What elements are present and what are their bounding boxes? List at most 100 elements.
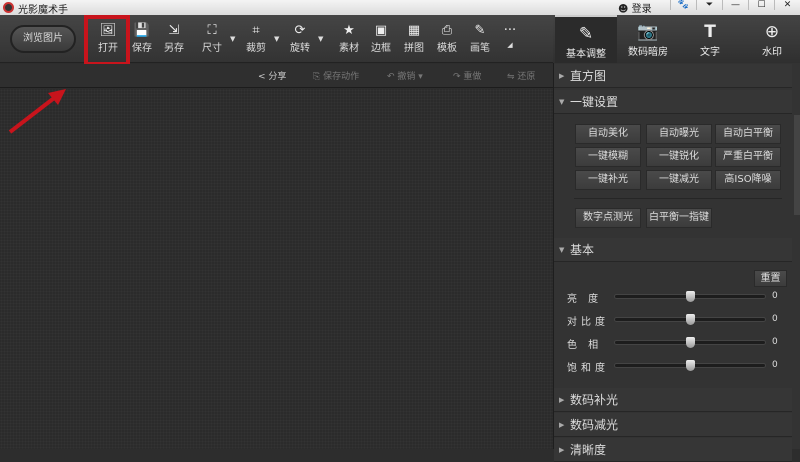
slider-label: 饱和度 xyxy=(567,363,609,374)
auto-beautify-button[interactable]: 自动美化 xyxy=(575,124,641,144)
fill-light-button[interactable]: 一键补光 xyxy=(575,170,641,190)
brush-button[interactable]: ✎ 画笔 xyxy=(465,23,495,54)
expand-arrow-icon: ▶ xyxy=(559,446,565,454)
section-basic[interactable]: ▼ 基本 xyxy=(554,238,792,262)
template-button[interactable]: ⎙ 模板 xyxy=(432,23,462,54)
crop-button[interactable]: ⌗ 裁剪 xyxy=(241,23,271,54)
undo-icon: ↶ xyxy=(387,72,398,82)
slider-value: 0 xyxy=(772,360,778,370)
adjust-icon: ✎ xyxy=(578,24,594,44)
redo-icon: ↷ xyxy=(453,72,464,82)
annotation-arrow-icon xyxy=(8,89,66,134)
title-bar: 光影魔术手 ☻ 登录 🐾 ⏷ — ☐ ✕ xyxy=(0,0,800,16)
more-button[interactable]: ··· ◢ xyxy=(495,23,525,50)
reset-button[interactable]: 重置 xyxy=(754,270,787,287)
maximize-button[interactable]: ☐ xyxy=(748,0,774,10)
section-fill-light[interactable]: ▶ 数码补光 xyxy=(554,388,792,412)
close-button[interactable]: ✕ xyxy=(774,0,800,10)
tab-watermark[interactable]: ⊕ 水印 xyxy=(741,15,800,63)
panel-scrollbar[interactable] xyxy=(794,115,800,215)
collapse-arrow-icon: ▼ xyxy=(559,246,565,254)
divider xyxy=(574,198,782,199)
crop-dropdown-icon[interactable]: ▼ xyxy=(274,35,279,43)
panel-tabs: ✎ 基本调整 📷 数码暗房 T 文字 ⊕ 水印 xyxy=(553,15,800,63)
rotate-button[interactable]: ⟳ 旋转 xyxy=(285,23,315,54)
collage-button[interactable]: ▦ 拼图 xyxy=(399,23,429,54)
slider-thumb[interactable] xyxy=(686,291,695,302)
highlight-box xyxy=(84,15,130,66)
restore-icon: ⇋ xyxy=(507,72,518,82)
skin-button[interactable]: 🐾 xyxy=(670,0,696,10)
slider-thumb[interactable] xyxy=(686,360,695,371)
undo-button[interactable]: ↶ 撤销 ▾ xyxy=(387,69,423,82)
one-click-sharpen-button[interactable]: 一键锐化 xyxy=(646,147,712,167)
watermark-icon: ⊕ xyxy=(764,22,780,42)
one-click-blur-button[interactable]: 一键模糊 xyxy=(575,147,641,167)
slider-value: 0 xyxy=(772,314,778,324)
material-button[interactable]: ★ 素材 xyxy=(334,23,364,54)
reduce-light-button[interactable]: 一键减光 xyxy=(646,170,712,190)
slider-thumb[interactable] xyxy=(686,337,695,348)
user-icon: ☻ xyxy=(618,4,632,15)
tab-digital-darkroom[interactable]: 📷 数码暗房 xyxy=(617,15,679,63)
share-button[interactable]: < 分享 xyxy=(258,69,286,82)
high-iso-denoise-button[interactable]: 高ISO降噪 xyxy=(715,170,781,190)
save-as-icon: ⇲ xyxy=(168,23,180,38)
resize-dropdown-icon[interactable]: ▼ xyxy=(230,35,235,43)
section-histogram[interactable]: ▶ 直方图 xyxy=(554,64,792,88)
save-as-button[interactable]: ⇲ 另存 xyxy=(159,23,189,54)
expand-icon: ◢ xyxy=(507,41,513,49)
rotate-icon: ⟳ xyxy=(294,23,306,38)
minimize-button[interactable]: — xyxy=(722,0,748,10)
image-canvas[interactable] xyxy=(0,89,553,449)
login-button[interactable]: ☻ 登录 xyxy=(618,0,652,15)
section-clarity[interactable]: ▶ 清晰度 xyxy=(554,438,792,462)
app-title: 光影魔术手 xyxy=(18,5,68,16)
brush-icon: ✎ xyxy=(474,23,486,38)
adjust-slider[interactable] xyxy=(614,360,766,371)
material-icon: ★ xyxy=(343,23,355,38)
spot-metering-button[interactable]: 数字点测光 xyxy=(575,208,641,228)
border-button[interactable]: ▣ 边框 xyxy=(366,23,396,54)
redo-button[interactable]: ↷ 重做 xyxy=(453,69,481,82)
adjust-slider[interactable] xyxy=(614,314,766,325)
section-reduce-light[interactable]: ▶ 数码减光 xyxy=(554,413,792,437)
expand-arrow-icon: ▶ xyxy=(559,396,565,404)
resize-button[interactable]: ⛶ 尺寸 xyxy=(197,23,227,54)
collapse-arrow-icon: ▼ xyxy=(559,98,565,106)
slider-label: 色 相 xyxy=(567,340,603,351)
tab-basic-adjust[interactable]: ✎ 基本调整 xyxy=(555,15,617,63)
adjust-slider[interactable] xyxy=(614,337,766,348)
tab-text[interactable]: T 文字 xyxy=(679,15,741,63)
action-bar: < 分享 ⎘ 保存动作 ↶ 撤销 ▾ ↷ 重做 ⇋ 还原 xyxy=(0,64,553,88)
camera-icon: 📷 xyxy=(637,22,659,42)
save-icon: 💾 xyxy=(133,23,151,38)
adjust-panel: ▶ 直方图 ▼ 一键设置 自动美化 自动曝光 自动白平衡 一键模糊 一键锐化 严重白… xyxy=(553,63,800,462)
auto-exposure-button[interactable]: 自动曝光 xyxy=(646,124,712,144)
expand-arrow-icon: ▶ xyxy=(559,72,565,80)
section-one-click[interactable]: ▼ 一键设置 xyxy=(554,90,792,114)
auto-white-balance-button[interactable]: 自动白平衡 xyxy=(715,124,781,144)
restore-button[interactable]: ⇋ 还原 xyxy=(507,69,535,82)
save-action-button[interactable]: ⎘ 保存动作 xyxy=(313,69,359,82)
collage-icon: ▦ xyxy=(407,23,421,38)
severe-white-balance-button[interactable]: 严重白平衡 xyxy=(715,147,781,167)
slider-value: 0 xyxy=(772,291,778,301)
slider-thumb[interactable] xyxy=(686,314,695,325)
browse-images-button[interactable]: 浏览图片 xyxy=(10,25,76,53)
template-icon: ⎙ xyxy=(441,23,453,38)
white-balance-picker-button[interactable]: 白平衡一指键 xyxy=(646,208,712,228)
menu-button[interactable]: ⏷ xyxy=(696,0,722,10)
slider-label: 对比度 xyxy=(567,317,609,328)
border-icon: ▣ xyxy=(374,23,388,38)
expand-arrow-icon: ▶ xyxy=(559,421,565,429)
more-icon: ··· xyxy=(503,23,517,38)
crop-icon: ⌗ xyxy=(252,23,260,38)
toolbar: 浏览图片 🖼 打开 💾 保存 ⇲ 另存 ⛶ 尺寸 ▼ ⌗ 裁剪 ▼ ⟳ 旋转 ▼ ★ 素材 ▣… xyxy=(0,15,553,63)
save-action-icon: ⎘ xyxy=(313,72,324,82)
app-logo-icon xyxy=(3,2,14,13)
rotate-dropdown-icon[interactable]: ▼ xyxy=(318,35,323,43)
adjust-slider[interactable] xyxy=(614,291,766,302)
slider-value: 0 xyxy=(772,337,778,347)
save-button[interactable]: 💾 保存 xyxy=(127,23,157,54)
